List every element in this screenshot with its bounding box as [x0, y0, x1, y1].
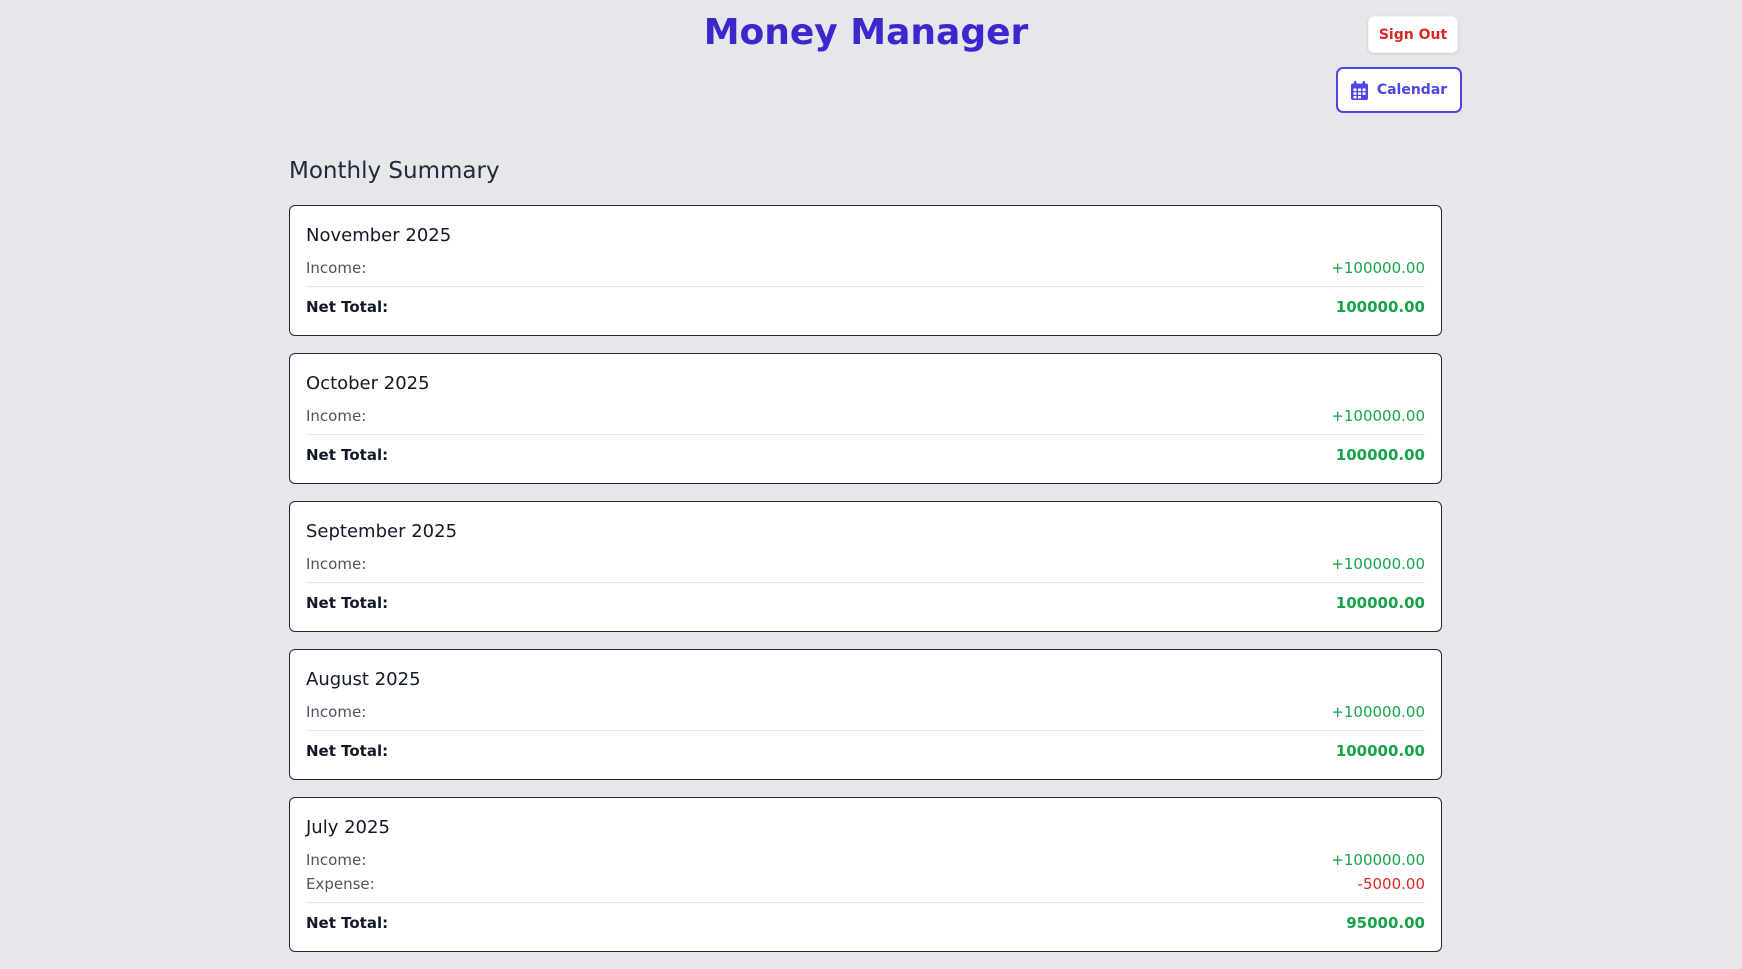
income-value: +100000.00	[1331, 555, 1425, 573]
income-label: Income:	[306, 555, 367, 573]
app-title: Money Manager	[703, 12, 1029, 53]
month-card: October 2025 Income: +100000.00 Net Tota…	[289, 353, 1442, 484]
sign-out-button[interactable]: Sign Out	[1368, 16, 1458, 53]
divider	[306, 902, 1425, 903]
month-title: October 2025	[306, 373, 430, 394]
income-value: +100000.00	[1331, 407, 1425, 425]
net-total-row: Net Total: 100000.00	[306, 737, 1425, 765]
income-value: +100000.00	[1331, 259, 1425, 277]
month-title: September 2025	[306, 521, 458, 542]
income-label: Income:	[306, 703, 367, 721]
month-title: July 2025	[306, 817, 390, 838]
income-label: Income:	[306, 259, 367, 277]
net-total-row: Net Total: 100000.00	[306, 293, 1425, 321]
calendar-icon	[1350, 80, 1368, 100]
month-title: November 2025	[306, 225, 452, 246]
expense-value: -5000.00	[1357, 875, 1425, 893]
income-row: Income: +100000.00	[306, 700, 1425, 724]
income-row: Income: +100000.00	[306, 256, 1425, 280]
income-value: +100000.00	[1331, 703, 1425, 721]
income-row: Income: +100000.00	[306, 404, 1425, 428]
month-card: November 2025 Income: +100000.00 Net Tot…	[289, 205, 1442, 336]
net-total-label: Net Total:	[306, 594, 389, 612]
expense-label: Expense:	[306, 875, 375, 893]
month-card: July 2025 Income: +100000.00 Expense: -5…	[289, 797, 1442, 952]
net-total-value: 100000.00	[1335, 742, 1425, 760]
month-card: September 2025 Income: +100000.00 Net To…	[289, 501, 1442, 632]
calendar-button-label: Calendar	[1376, 82, 1448, 98]
net-total-label: Net Total:	[306, 742, 389, 760]
net-total-value: 100000.00	[1335, 446, 1425, 464]
net-total-label: Net Total:	[306, 298, 389, 316]
divider	[306, 730, 1425, 731]
income-label: Income:	[306, 407, 367, 425]
monthly-summary-list: November 2025 Income: +100000.00 Net Tot…	[289, 205, 1442, 969]
net-total-value: 95000.00	[1346, 914, 1425, 932]
net-total-label: Net Total:	[306, 446, 389, 464]
calendar-button[interactable]: Calendar	[1336, 67, 1462, 113]
net-total-value: 100000.00	[1335, 298, 1425, 316]
divider	[306, 434, 1425, 435]
income-value: +100000.00	[1331, 851, 1425, 869]
divider	[306, 286, 1425, 287]
income-row: Income: +100000.00	[306, 552, 1425, 576]
month-card: August 2025 Income: +100000.00 Net Total…	[289, 649, 1442, 780]
month-title: August 2025	[306, 669, 421, 690]
expense-row: Expense: -5000.00	[306, 872, 1425, 896]
divider	[306, 582, 1425, 583]
net-total-row: Net Total: 100000.00	[306, 441, 1425, 469]
net-total-label: Net Total:	[306, 914, 389, 932]
net-total-row: Net Total: 100000.00	[306, 589, 1425, 617]
net-total-value: 100000.00	[1335, 594, 1425, 612]
income-row: Income: +100000.00	[306, 848, 1425, 872]
section-title: Monthly Summary	[289, 158, 500, 184]
income-label: Income:	[306, 851, 367, 869]
net-total-row: Net Total: 95000.00	[306, 909, 1425, 937]
